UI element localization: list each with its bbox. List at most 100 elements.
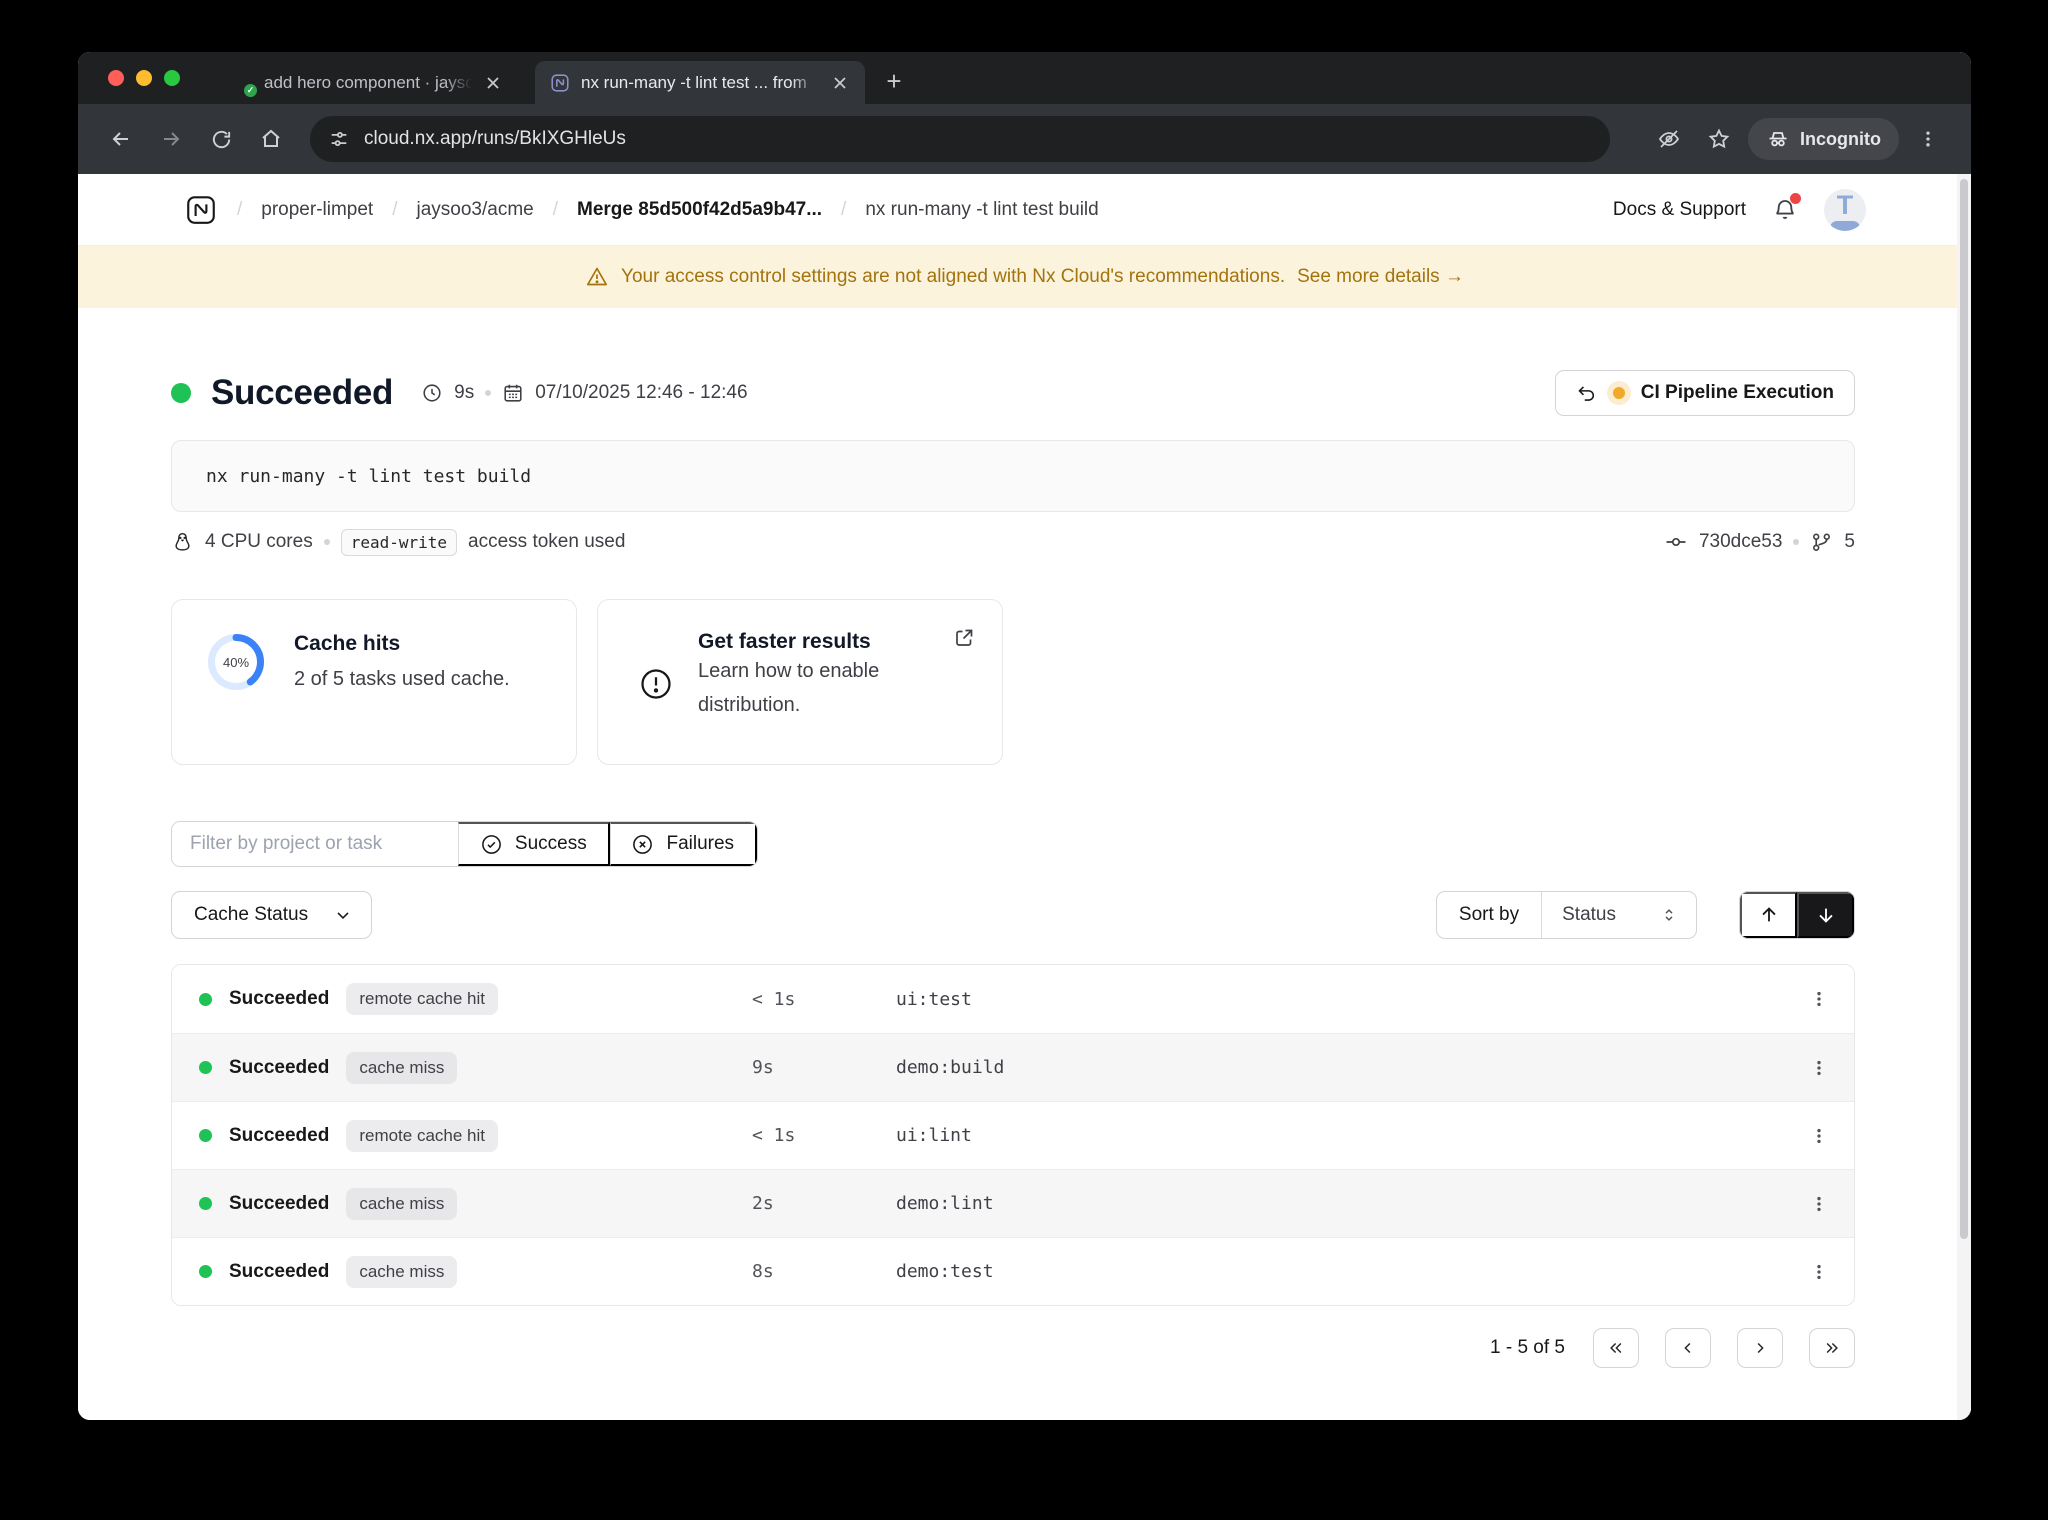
notifications-bell-icon[interactable] xyxy=(1772,192,1801,223)
banner-message: Your access control settings are not ali… xyxy=(621,266,1286,287)
tab-close-icon[interactable] xyxy=(482,72,504,94)
close-window-button[interactable] xyxy=(108,70,124,86)
task-status-dot xyxy=(199,1197,212,1210)
branch-count[interactable]: 5 xyxy=(1844,531,1855,553)
distribution-line2: distribution. xyxy=(698,694,801,716)
address-bar[interactable]: cloud.nx.app/runs/BkIXGHleUs xyxy=(310,116,1610,162)
previous-page-button[interactable] xyxy=(1665,1328,1711,1368)
incognito-badge[interactable]: Incognito xyxy=(1748,118,1899,160)
chevron-right-icon xyxy=(1757,1342,1764,1354)
breadcrumb-separator: / xyxy=(552,198,559,220)
linux-penguin-icon xyxy=(175,532,190,551)
task-duration: 9s xyxy=(752,1057,774,1078)
commit-icon xyxy=(1666,537,1686,547)
check-circle-icon xyxy=(481,834,501,854)
meta-separator-dot xyxy=(323,539,330,545)
cache-hits-card[interactable]: 40% Cache hits 2 of 5 tasks used cache. xyxy=(171,599,577,765)
row-menu-icon[interactable] xyxy=(1802,1051,1836,1085)
row-menu-icon[interactable] xyxy=(1802,1255,1836,1289)
nx-logo-icon[interactable] xyxy=(184,193,218,227)
clock-icon xyxy=(423,384,441,402)
task-name[interactable]: ui:lint xyxy=(896,1125,1784,1146)
filter-success-label: Success xyxy=(514,833,587,854)
site-settings-icon[interactable] xyxy=(328,128,350,150)
breadcrumb-workspace[interactable]: proper-limpet xyxy=(261,199,373,221)
row-menu-icon[interactable] xyxy=(1802,1187,1836,1221)
forward-button[interactable] xyxy=(150,118,192,160)
window-controls xyxy=(108,70,180,86)
back-button[interactable] xyxy=(100,118,142,160)
tab-close-icon[interactable] xyxy=(829,72,851,94)
arrow-down-icon xyxy=(1818,908,1833,923)
task-status-label: Succeeded xyxy=(229,1192,330,1214)
table-row[interactable]: Succeeded remote cache hit < 1s ui:test xyxy=(172,965,1854,1033)
cache-card-subtitle: 2 of 5 tasks used cache. xyxy=(294,668,510,690)
task-name[interactable]: demo:test xyxy=(896,1261,1784,1282)
undo-icon xyxy=(1578,385,1594,401)
table-row[interactable]: Succeeded cache miss 8s demo:test xyxy=(172,1237,1854,1305)
filter-success-button[interactable]: Success xyxy=(458,822,610,866)
tab-nx-run[interactable]: nx run-many -t lint test ... from xyxy=(535,61,865,104)
distribution-line1: Learn how to enable xyxy=(698,660,880,682)
cache-status-dropdown[interactable]: Cache Status xyxy=(171,891,372,939)
task-name[interactable]: demo:lint xyxy=(896,1193,1784,1214)
run-meta-row: 4 CPU cores read-write access token used… xyxy=(171,525,1855,559)
new-tab-button[interactable]: + xyxy=(878,66,910,98)
task-duration: 2s xyxy=(752,1193,774,1214)
bookmark-star-icon[interactable] xyxy=(1698,118,1740,160)
tab-github-pr[interactable]: ✓ add hero component · jaysoo3 xyxy=(218,61,518,104)
sort-group: Sort by Status xyxy=(1435,891,1697,939)
incognito-label: Incognito xyxy=(1800,128,1881,149)
reload-button[interactable] xyxy=(200,118,242,160)
last-page-button[interactable] xyxy=(1809,1328,1855,1368)
app-header: / proper-limpet / jaysoo3/acme / Merge 8… xyxy=(78,174,1971,246)
task-status-dot xyxy=(199,1265,212,1278)
table-row[interactable]: Succeeded cache miss 2s demo:lint xyxy=(172,1169,1854,1237)
alert-circle-icon xyxy=(638,666,674,722)
breadcrumb-run[interactable]: nx run-many -t lint test build xyxy=(865,199,1098,221)
commit-sha[interactable]: 730dce53 xyxy=(1699,531,1782,553)
breadcrumb-separator: / xyxy=(841,198,847,220)
scrollbar-thumb[interactable] xyxy=(1960,179,1968,1239)
banner-details-link[interactable]: See more details → xyxy=(1297,266,1464,288)
breadcrumb-repo[interactable]: jaysoo3/acme xyxy=(417,199,534,221)
meta-separator-dot xyxy=(1793,539,1800,545)
distribution-card[interactable]: Get faster results Learn how to enable d… xyxy=(597,599,1003,765)
run-command-box: nx run-many -t lint test build xyxy=(171,440,1855,512)
task-status-dot xyxy=(199,1061,212,1074)
eye-off-icon[interactable] xyxy=(1648,118,1690,160)
filter-failures-button[interactable]: Failures xyxy=(609,822,757,866)
task-name[interactable]: demo:build xyxy=(896,1057,1784,1078)
row-menu-icon[interactable] xyxy=(1802,1119,1836,1153)
avatar[interactable]: T xyxy=(1824,188,1866,231)
table-row[interactable]: Succeeded cache miss 9s demo:build xyxy=(172,1033,1854,1101)
minimize-window-button[interactable] xyxy=(136,70,152,86)
filter-input[interactable] xyxy=(172,822,459,866)
filter-failures-label: Failures xyxy=(666,833,735,854)
task-status-label: Succeeded xyxy=(229,1056,330,1078)
browser-menu-icon[interactable] xyxy=(1907,118,1949,160)
page-content: / proper-limpet / jaysoo3/acme / Merge 8… xyxy=(78,174,1971,1420)
cache-status-label: Cache Status xyxy=(194,904,309,925)
task-status-label: Succeeded xyxy=(229,1124,330,1146)
calendar-icon xyxy=(504,384,522,402)
browser-toolbar: cloud.nx.app/runs/BkIXGHleUs Incognito xyxy=(78,104,1971,174)
sort-descending-button[interactable] xyxy=(1797,892,1854,938)
ci-pipeline-execution-button[interactable]: CI Pipeline Execution xyxy=(1554,370,1855,416)
breadcrumb-commit[interactable]: Merge 85d500f42d5a9b47... xyxy=(577,199,822,221)
page-scrollbar[interactable] xyxy=(1957,174,1971,1420)
chevron-left-icon xyxy=(1684,1342,1691,1354)
external-link-icon[interactable] xyxy=(952,626,976,650)
task-name[interactable]: ui:test xyxy=(896,989,1784,1010)
docs-support-link[interactable]: Docs & Support xyxy=(1613,199,1746,221)
table-row[interactable]: Succeeded remote cache hit < 1s ui:lint xyxy=(172,1101,1854,1169)
sort-field-select[interactable]: Status xyxy=(1542,892,1696,938)
first-page-button[interactable] xyxy=(1593,1328,1639,1368)
chevrons-left-icon xyxy=(1610,1342,1622,1354)
filter-bar: Success Failures xyxy=(171,821,758,867)
row-menu-icon[interactable] xyxy=(1802,982,1836,1016)
home-button[interactable] xyxy=(250,118,292,160)
maximize-window-button[interactable] xyxy=(164,70,180,86)
sort-ascending-button[interactable] xyxy=(1740,892,1797,938)
next-page-button[interactable] xyxy=(1737,1328,1783,1368)
